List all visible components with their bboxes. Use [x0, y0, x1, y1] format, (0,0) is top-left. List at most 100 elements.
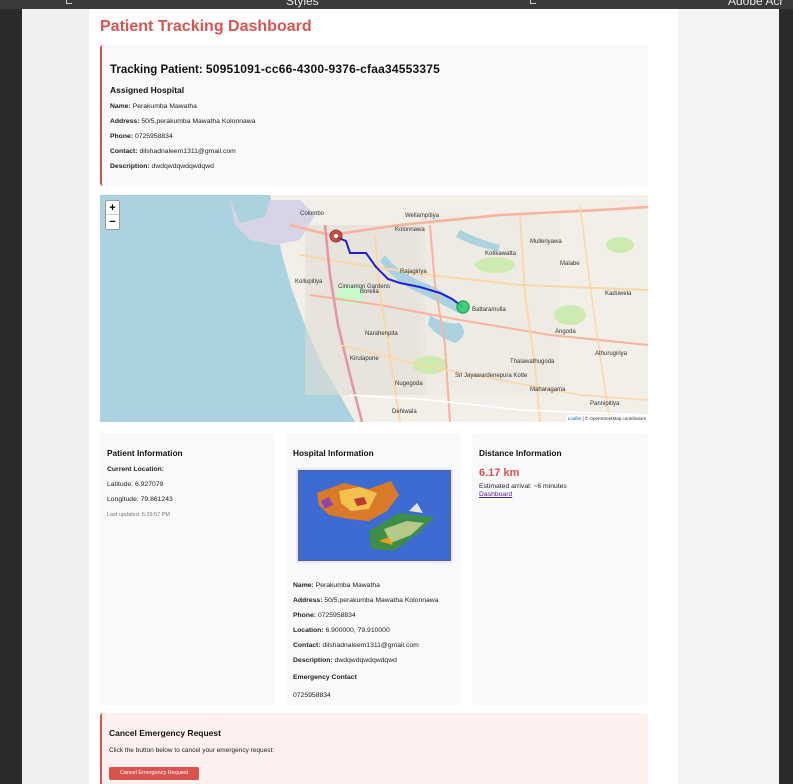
hospital-phone: 0725958834 [134, 133, 173, 140]
longitude-line: Longitude: 79.861243 [107, 496, 173, 503]
map-label: Pannipitiya [590, 401, 620, 407]
cancel-card: Cancel Emergency Request Click the butto… [100, 713, 648, 784]
map-label: Malabe [560, 261, 580, 267]
right-rail [779, 9, 793, 784]
browser-top-strip: Styles Adobe Acr [0, 0, 793, 9]
map-label: Colombo [300, 211, 325, 217]
tracking-label: Tracking Patient: [110, 64, 203, 76]
map-label: Wellampitiya [405, 213, 440, 219]
address-label: Address: [293, 597, 323, 604]
description-label: Description: [110, 163, 150, 170]
zoom-control: + − [105, 200, 120, 230]
hospital-location-line: Location: 6.900000, 79.910000 [293, 627, 390, 634]
distance-value: 6.17 km [479, 467, 520, 479]
map-label: Cinnamon Gardens [338, 284, 390, 290]
current-location-label: Current Location: [107, 466, 165, 473]
map-attribution: Leaflet | © OpenStreetMap contributors [565, 415, 648, 422]
page-viewport: Patient Tracking Dashboard Tracking Pati… [22, 9, 779, 784]
map-label: Dehiwala [392, 409, 417, 415]
phone-label: Phone: [110, 133, 134, 140]
patient-id: 50951091-cc66-4300-9376-cfaa34553375 [205, 62, 440, 76]
tab-adobe-label[interactable]: Adobe Acr [728, 0, 783, 8]
description-label: Description: [293, 657, 333, 664]
osm-attribution[interactable]: | © OpenStreetMap contributors [582, 416, 646, 421]
map-label: Angoda [555, 329, 576, 335]
leaflet-link[interactable]: Leaflet [568, 416, 582, 421]
hospital-description: dwdqwdqwdqwdqwd [334, 657, 397, 664]
patient-info-title: Patient Information [107, 448, 183, 458]
zoom-in-button[interactable]: + [106, 201, 119, 215]
map-label: Narahenpita [365, 331, 398, 337]
map-label: Rajagiriya [400, 269, 427, 275]
address-label: Address: [110, 118, 140, 125]
hospital-contact: dilshadnaleem1311@gmail.com [139, 148, 236, 155]
hospital-description: dwdqwdqwdqwdqwd [151, 163, 214, 170]
hospital-name: Perakumba Mawatha [315, 582, 380, 589]
hospital-name: Perakumba Mawatha [132, 103, 197, 110]
map-label: Kaduwela [605, 291, 632, 297]
name-label: Name: [110, 103, 131, 110]
hospital-address-line: Address: 50/5,perakumba Mawatha Kolonnaw… [110, 118, 255, 125]
latitude-value: 6.927079 [134, 481, 164, 488]
hospital-phone-line: Phone: 0725958834 [110, 133, 173, 140]
dashboard-link[interactable]: Dashboard [479, 491, 512, 498]
hospital-contact: dilshadnaleem1311@gmail.com [322, 642, 419, 649]
cancel-emergency-button[interactable]: Cancel Emergency Request [109, 767, 199, 780]
phone-label: Phone: [293, 612, 317, 619]
distance-info-panel: Distance Information 6.17 km Estimated a… [472, 433, 648, 705]
hospital-location: 6.900000, 79.910000 [325, 627, 390, 634]
hospital-description-line: Description: dwdqwdqwdqwdqwd [110, 163, 214, 170]
emergency-contact-heading: Emergency Contact [293, 674, 357, 681]
tracking-card: Tracking Patient: 50951091-cc66-4300-937… [100, 45, 648, 186]
distance-info-title: Distance Information [479, 448, 562, 458]
page-title: Patient Tracking Dashboard [100, 18, 312, 35]
dashboard-container: Patient Tracking Dashboard Tracking Pati… [89, 9, 678, 784]
map-tiles: Colombo Wellampitiya Kolonnawa Sri Jayaw… [230, 195, 648, 422]
map-label: Thalawathugoda [510, 359, 555, 365]
hospital-marker-icon [456, 300, 470, 314]
hospital-address-line: Address: 50/5,perakumba Mawatha Kolonnaw… [293, 597, 438, 604]
cancel-title: Cancel Emergency Request [109, 728, 221, 738]
contact-label: Contact: [110, 148, 138, 155]
last-updated: Last updated: 5:29:57 PM [107, 512, 170, 518]
map-label: Kollupitiya [295, 279, 323, 285]
map-label: Kirulapone [350, 356, 379, 362]
hospital-phone-line: Phone: 0725958834 [293, 612, 356, 619]
hospital-name-line: Name: Perakumba Mawatha [293, 582, 380, 589]
map-label: Sri Jayawardenepura Kotte [455, 373, 528, 379]
cancel-text: Click the button below to cancel your em… [109, 747, 275, 754]
hospital-name-line: Name: Perakumba Mawatha [110, 103, 197, 110]
page-side-gutter [678, 9, 779, 784]
hospital-contact-line: Contact: dilshadnaleem1311@gmail.com [293, 642, 419, 649]
map-label: Athurugiriya [595, 351, 628, 357]
route-map[interactable]: Colombo Wellampitiya Kolonnawa Sri Jayaw… [100, 195, 648, 422]
zoom-out-button[interactable]: − [106, 215, 119, 229]
hospital-phone: 0725958834 [317, 612, 356, 619]
latitude-line: Latitude: 6.927079 [107, 481, 163, 488]
corner-icon [66, 0, 72, 4]
emergency-contact: 0725958834 [293, 692, 331, 699]
name-label: Name: [293, 582, 314, 589]
tracking-heading: Tracking Patient: 50951091-cc66-4300-937… [110, 62, 440, 76]
map-label: Kotikawatta [485, 251, 517, 257]
hospital-description-line: Description: dwdqwdqwdqwdqwd [293, 657, 397, 664]
location-label: Location: [293, 627, 324, 634]
hospital-info-title: Hospital Information [293, 448, 374, 458]
longitude-label: Longitude: [107, 496, 139, 503]
patient-info-panel: Patient Information Current Location: La… [100, 433, 275, 705]
hospital-address: 50/5,perakumba Mawatha Kolonnawa [324, 597, 439, 604]
eta-text: Estimated arrival: ~6 minutes [479, 483, 567, 490]
contact-label: Contact: [293, 642, 321, 649]
hospital-info-panel: Hospital Information Name: Perakumba Maw… [286, 433, 461, 705]
map-label: Maharagama [530, 387, 566, 393]
latitude-label: Latitude: [107, 481, 134, 488]
hospital-address: 50/5,perakumba Mawatha Kolonnawa [141, 118, 256, 125]
map-label: Nugegoda [395, 381, 423, 387]
map-label: Battaramulla [472, 307, 506, 313]
assigned-hospital-heading: Assigned Hospital [110, 85, 185, 95]
corner-icon [530, 0, 536, 4]
tab-styles-label[interactable]: Styles [286, 0, 319, 8]
left-rail [0, 9, 22, 784]
hospital-image [296, 468, 453, 563]
map-label: Kolonnawa [395, 227, 425, 233]
